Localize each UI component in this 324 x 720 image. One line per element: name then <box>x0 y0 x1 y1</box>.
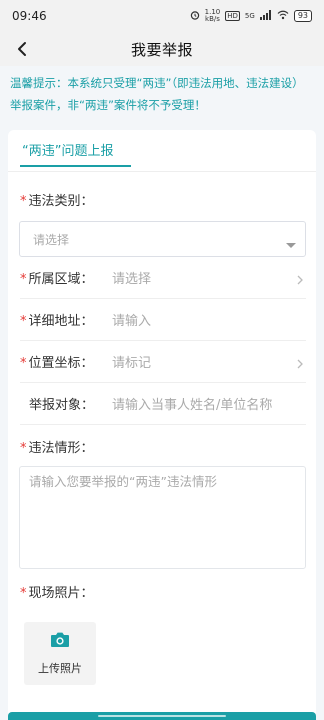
upload-photo-label: 上传照片 <box>38 662 82 675</box>
target-input[interactable]: 请输入当事人姓名/单位名称 <box>112 394 306 413</box>
region-label: * 所属区域： <box>20 268 112 287</box>
chevron-right-icon <box>296 271 304 290</box>
address-label: * 详细地址： <box>20 310 112 329</box>
region-row[interactable]: * 所属区域： 请选择 <box>20 257 306 299</box>
notice-text: 温馨提示：本系统只受理“两违”（即违法用地、违法建设）举报案件，非“两违”案件将… <box>0 66 324 130</box>
coordinates-label-text: 位置坐标： <box>28 356 94 371</box>
required-mark: * <box>20 314 27 329</box>
required-mark: * <box>20 441 27 456</box>
caret-down-icon <box>285 235 297 254</box>
report-form-card: “两违”问题上报 * 违法类别： 请选择 * 所属区域： 请选择 * 详细地址： 请输… <box>8 130 316 720</box>
violation-type-placeholder: 请选择 <box>33 232 70 247</box>
net-speed: 1.10 kB/s <box>204 8 221 23</box>
target-label-text: 举报对象： <box>29 398 95 413</box>
status-bar: 09:46 1.10 kB/s HD 5G 93 <box>0 0 324 32</box>
status-time: 09:46 <box>12 9 47 23</box>
required-mark: * <box>20 356 27 371</box>
required-mark: * <box>20 586 27 601</box>
address-label-text: 详细地址： <box>28 314 94 329</box>
situation-textarea[interactable]: 请输入您要举报的“两违”违法情形 <box>19 466 306 569</box>
chevron-right-icon <box>296 355 304 374</box>
coordinates-value: 请标记 <box>112 356 152 371</box>
photos-label-text: 现场照片： <box>28 586 94 601</box>
home-indicator <box>98 715 226 717</box>
back-button[interactable] <box>10 37 34 61</box>
alarm-icon <box>190 10 200 23</box>
violation-type-label-text: 违法类别： <box>28 194 94 209</box>
coordinates-label: * 位置坐标： <box>20 352 112 371</box>
violation-type-select[interactable]: 请选择 <box>19 221 306 257</box>
tab-report[interactable]: “两违”问题上报 <box>22 140 113 159</box>
hd-badge: HD <box>225 11 240 21</box>
battery-indicator: 93 <box>293 10 312 22</box>
target-row[interactable]: 举报对象： 请输入当事人姓名/单位名称 <box>20 383 306 425</box>
status-icons: 1.10 kB/s HD 5G 93 <box>190 9 312 23</box>
address-row[interactable]: * 详细地址： 请输入 <box>20 299 306 341</box>
target-label: 举报对象： <box>20 394 112 413</box>
address-input[interactable]: 请输入 <box>112 310 306 329</box>
required-mark: * <box>20 194 27 209</box>
network-label: 5G <box>244 12 255 20</box>
region-value: 请选择 <box>112 272 152 287</box>
upload-photo-button[interactable]: 上传照片 <box>24 622 96 685</box>
situation-label: * 违法情形： <box>20 437 94 456</box>
tab-indicator <box>20 165 131 167</box>
page-title: 我要举报 <box>130 40 193 59</box>
signal-icon <box>259 9 272 23</box>
nav-bar: 我要举报 <box>0 32 324 66</box>
photos-label: * 现场照片： <box>20 582 94 601</box>
region-label-text: 所属区域： <box>28 272 94 287</box>
tab-bar: “两违”问题上报 <box>8 130 316 172</box>
required-mark: * <box>20 272 27 287</box>
wifi-icon <box>277 10 289 23</box>
camera-icon <box>50 631 70 652</box>
coordinates-row[interactable]: * 位置坐标： 请标记 <box>20 341 306 383</box>
violation-type-label: * 违法类别： <box>20 190 94 209</box>
chevron-left-icon <box>18 42 26 56</box>
situation-label-text: 违法情形： <box>28 441 94 456</box>
